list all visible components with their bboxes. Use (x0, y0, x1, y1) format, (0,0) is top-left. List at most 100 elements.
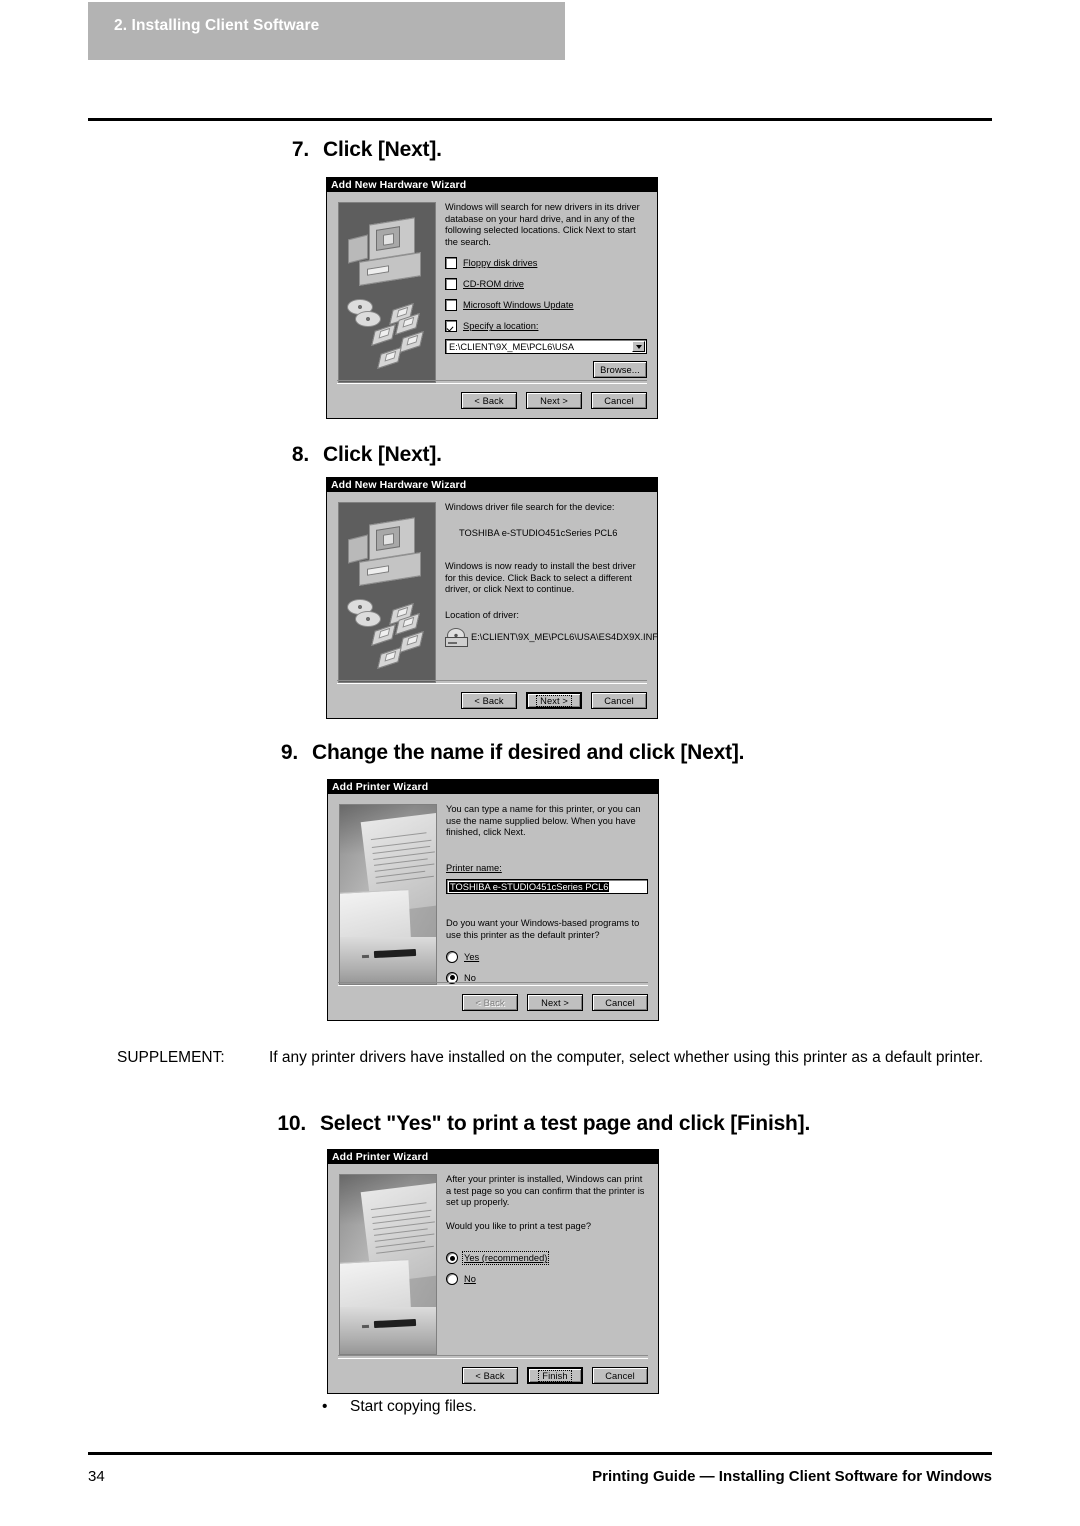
checkbox-label-cdrom: CD-ROM drive (463, 279, 524, 290)
floppy-illustration (371, 624, 396, 646)
header-divider-rule (88, 118, 992, 121)
floppy-illustration (377, 647, 402, 669)
step-10-text: Select "Yes" to print a test page and cl… (320, 1112, 811, 1135)
test-page-instructions: After your printer is installed, Windows… (446, 1174, 645, 1208)
next-button[interactable]: Next > (526, 692, 582, 709)
radio-row-yes[interactable]: Yes (446, 950, 648, 963)
printer-name-value: TOSHIBA e-STUDIO451cSeries PCL6 (449, 881, 610, 892)
dialog-add-new-hardware-wizard-search[interactable]: Add New Hardware Wizard Windows will sea… (326, 177, 658, 419)
chapter-header-title: 2. Installing Client Software (114, 17, 320, 34)
step-8-text: Click [Next]. (323, 443, 442, 466)
next-button-label: Next > (536, 694, 572, 707)
cancel-button[interactable]: Cancel (591, 392, 647, 409)
bullet-text: Start copying files. (350, 1398, 477, 1415)
back-button[interactable]: < Back (461, 692, 517, 709)
dialog-button-row: < Back Next > Cancel (328, 994, 648, 1011)
printer-photo-illustration (339, 804, 437, 985)
checkbox-cd-rom-drive[interactable] (445, 278, 457, 291)
back-button: < Back (462, 994, 518, 1011)
radio-row-no[interactable]: No (446, 1273, 648, 1286)
dialog-button-row: < Back Next > Cancel (327, 392, 647, 409)
dialog-button-row: < Back Next > Cancel (327, 692, 647, 709)
radio-default-printer-yes[interactable] (446, 950, 458, 963)
radio-print-test-page-no[interactable] (446, 1273, 458, 1286)
checkbox-row-windows-update[interactable]: Microsoft Windows Update (445, 299, 647, 312)
checkbox-row-cdrom[interactable]: CD-ROM drive (445, 278, 647, 291)
radio-print-test-page-yes[interactable] (446, 1252, 458, 1265)
supplement-block: SUPPLEMENT: If any printer drivers have … (117, 1046, 997, 1070)
checkbox-label-windows-update: Microsoft Windows Update (463, 300, 574, 311)
driver-search-label: Windows driver file search for the devic… (445, 502, 615, 512)
printer-photo-illustration (339, 1174, 437, 1355)
step-9-heading: 9. Change the name if desired and click … (272, 741, 745, 765)
dialog-add-printer-wizard-name[interactable]: Add Printer Wizard You can type a name f… (327, 779, 659, 1021)
dialog-add-printer-wizard-test-page[interactable]: Add Printer Wizard After your printer is… (327, 1149, 659, 1394)
radio-row-yes-recommended[interactable]: Yes (recommended) (446, 1251, 648, 1266)
back-button[interactable]: < Back (461, 392, 517, 409)
next-button[interactable]: Next > (526, 392, 582, 409)
chapter-header-bar: 2. Installing Client Software (88, 2, 565, 60)
cancel-button[interactable]: Cancel (591, 692, 647, 709)
step-10-heading: 10. Select "Yes" to print a test page an… (266, 1112, 810, 1136)
hardware-wizard-illustration (338, 502, 436, 683)
cancel-button[interactable]: Cancel (592, 994, 648, 1011)
printer-name-instructions: You can type a name for this printer, or… (446, 804, 641, 838)
step-8-heading: 8. Click [Next]. (283, 443, 442, 467)
footer-title: Printing Guide — Installing Client Softw… (592, 1468, 992, 1485)
search-instructions-text: Windows will search for new drivers in i… (445, 202, 640, 247)
dialog-separator (337, 680, 647, 684)
supplement-text: If any printer drivers have installed on… (269, 1049, 984, 1066)
supplement-label: SUPPLEMENT: (117, 1049, 225, 1066)
floppy-illustration (377, 347, 402, 369)
chevron-down-icon[interactable] (632, 341, 645, 353)
step-9-number: 9. (280, 741, 298, 764)
checkbox-row-specify-location[interactable]: Specify a location: (445, 320, 647, 333)
step-8-number: 8. (291, 443, 309, 466)
step-7-text: Click [Next]. (323, 138, 442, 161)
printer-name-label-text: Printer name: (446, 862, 502, 873)
dialog-titlebar: Add Printer Wizard (328, 780, 658, 794)
floppy-illustration (399, 331, 424, 353)
step-7-number: 7. (291, 138, 309, 161)
dialog-titlebar: Add New Hardware Wizard (327, 478, 657, 492)
finish-button[interactable]: Finish (527, 1367, 583, 1384)
floppy-illustration (399, 631, 424, 653)
checkbox-specify-a-location[interactable] (445, 320, 457, 333)
location-combobox[interactable]: E:\CLIENT\9X_ME\PCL6\USA (445, 339, 647, 355)
checkbox-microsoft-windows-update[interactable] (445, 299, 457, 312)
printer-name-input[interactable]: TOSHIBA e-STUDIO451cSeries PCL6 (446, 879, 648, 895)
dialog-separator (337, 380, 647, 384)
checkbox-label-specify-location: Specify a location: (463, 321, 539, 332)
location-combobox-value: E:\CLIENT\9X_ME\PCL6\USA (449, 341, 575, 352)
radio-label-yes: Yes (464, 951, 480, 962)
printer-name-field-label: Printer name: (446, 863, 648, 875)
checkbox-row-floppy[interactable]: Floppy disk drives (445, 257, 647, 270)
driver-path-row: E:\CLIENT\9X_ME\PCL6\USA\ES4DX9X.INF (445, 627, 658, 647)
radio-label-yes-recommended: Yes (recommended) (461, 1251, 550, 1266)
dialog-button-row: < Back Finish Cancel (328, 1367, 648, 1384)
browse-button[interactable]: Browse... (593, 361, 647, 379)
device-name-text: TOSHIBA e-STUDIO451cSeries PCL6 (459, 527, 618, 538)
step-10-number: 10. (277, 1112, 306, 1135)
back-button[interactable]: < Back (462, 1367, 518, 1384)
hardware-wizard-illustration (338, 202, 436, 383)
bullet-note: • Start copying files. (322, 1398, 477, 1416)
floppy-illustration (371, 324, 396, 346)
checkbox-label-floppy: Floppy disk drives (463, 258, 538, 269)
cd-illustration (355, 311, 381, 327)
dialog-separator (338, 982, 648, 986)
dialog-titlebar: Add Printer Wizard (328, 1150, 658, 1164)
footer-divider-rule (88, 1452, 992, 1455)
checkbox-floppy-disk-drives[interactable] (445, 257, 457, 270)
bullet-marker: • (322, 1398, 328, 1415)
cd-drive-icon (445, 627, 468, 647)
dialog-titlebar: Add New Hardware Wizard (327, 178, 657, 192)
next-button[interactable]: Next > (527, 994, 583, 1011)
dialog-separator (338, 1355, 648, 1359)
test-page-question: Would you like to print a test page? (446, 1220, 592, 1231)
location-of-driver-label: Location of driver: (445, 609, 519, 620)
step-7-heading: 7. Click [Next]. (283, 138, 442, 162)
dialog-add-new-hardware-wizard-ready[interactable]: Add New Hardware Wizard Windows driver f… (326, 477, 658, 719)
ready-to-install-text: Windows is now ready to install the best… (445, 561, 636, 595)
cancel-button[interactable]: Cancel (592, 1367, 648, 1384)
